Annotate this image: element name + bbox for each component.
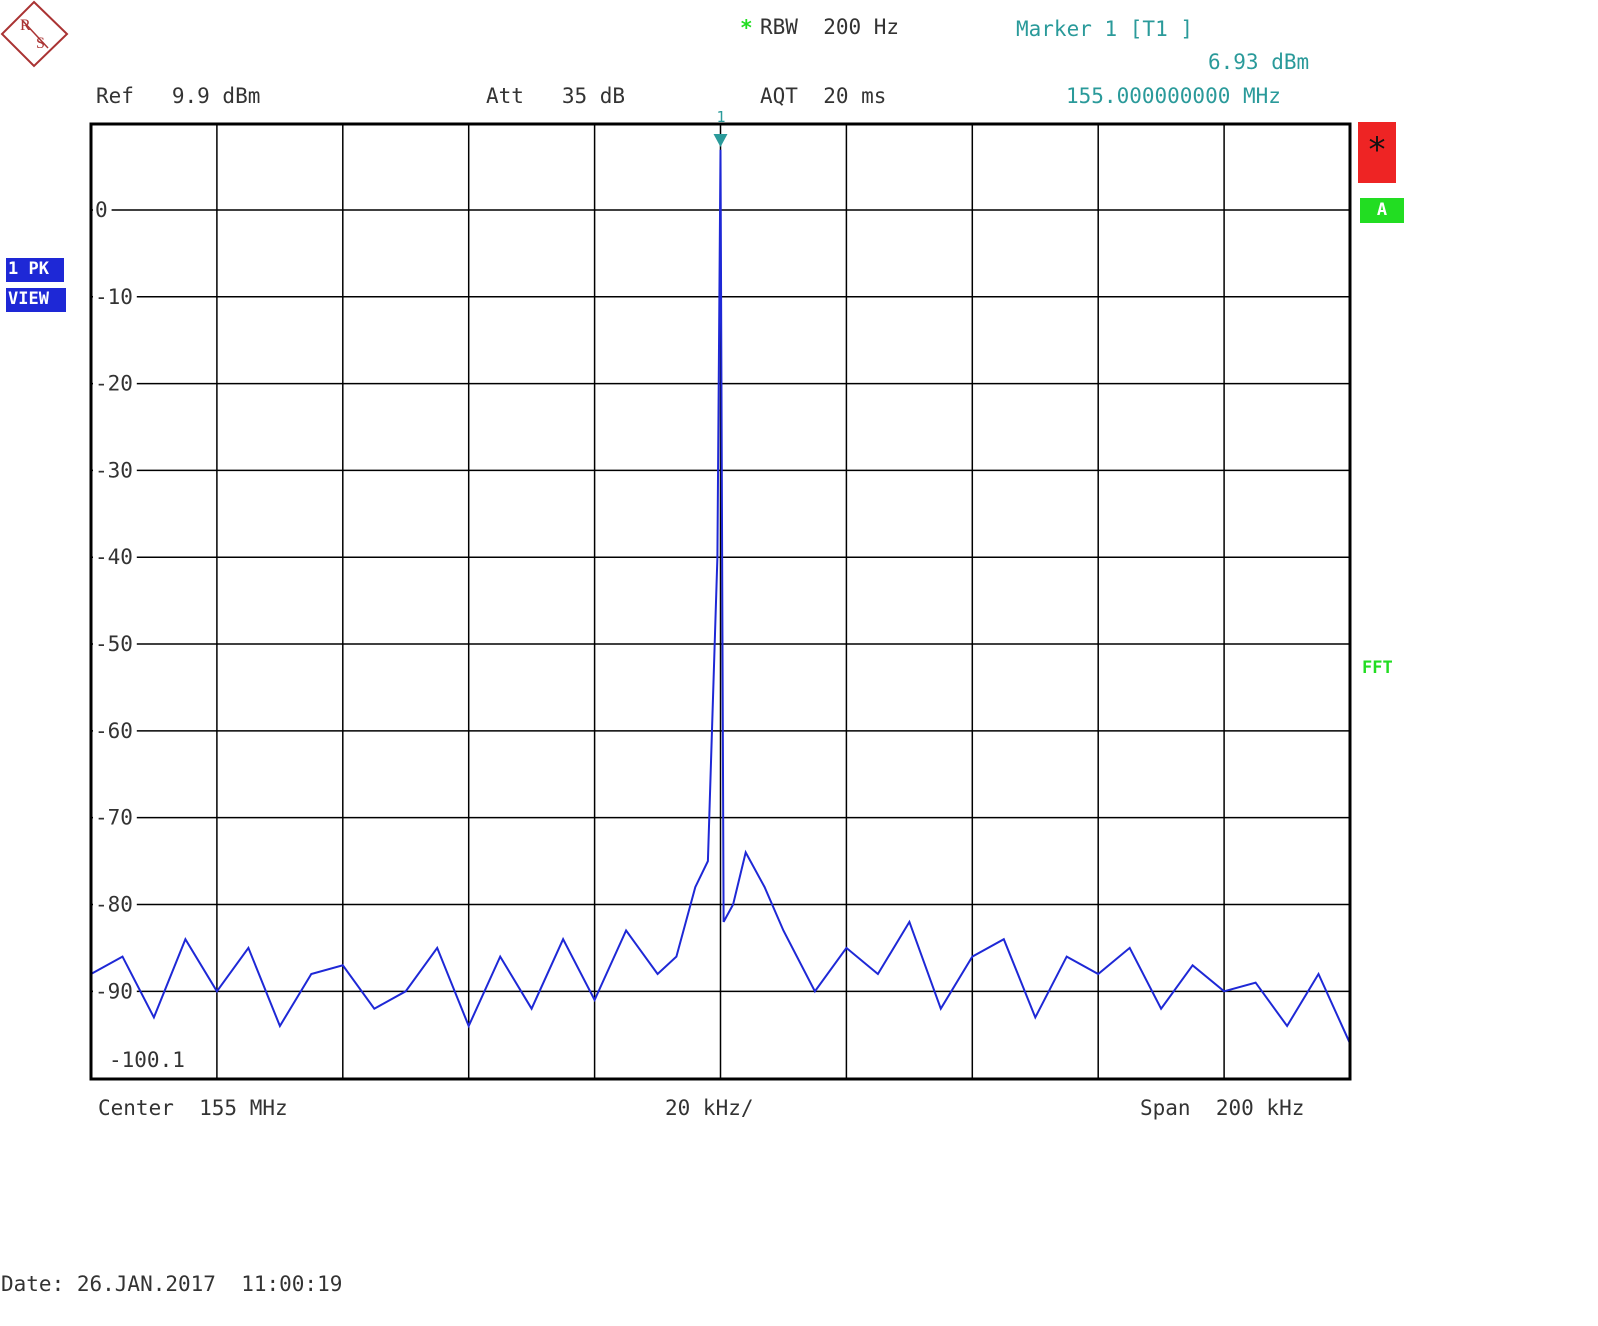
y-tick-label: -50	[95, 632, 133, 656]
marker-triangle	[713, 134, 728, 147]
y-tick-label: 0	[95, 198, 108, 222]
y-tick-label: -10	[95, 285, 133, 309]
y-tick-label: -70	[95, 806, 133, 830]
y-axis-ticks: 0 -10 -20 -30 -40 -50 -60 -70 -80 -90 -100.1	[93, 198, 185, 1072]
timestamp: Date: 26.JAN.2017 11:00:19	[1, 1272, 343, 1296]
y-tick-label: -60	[95, 719, 133, 743]
y-tick-label: -40	[95, 545, 133, 569]
y-bottom-label: -100.1	[109, 1048, 185, 1072]
center-frequency: Center 155 MHz	[98, 1096, 288, 1120]
y-tick-label: -30	[95, 458, 133, 482]
y-tick-label: -80	[95, 892, 133, 916]
span: Span 200 kHz	[1140, 1096, 1305, 1120]
y-tick-label: -20	[95, 372, 133, 396]
frequency-per-division: 20 kHz/	[665, 1096, 754, 1120]
spectrum-plot: 0-10-20-30-40-50-60-70-80-90-100.1 1	[89, 108, 1352, 1081]
y-tick-label: -90	[95, 979, 133, 1003]
